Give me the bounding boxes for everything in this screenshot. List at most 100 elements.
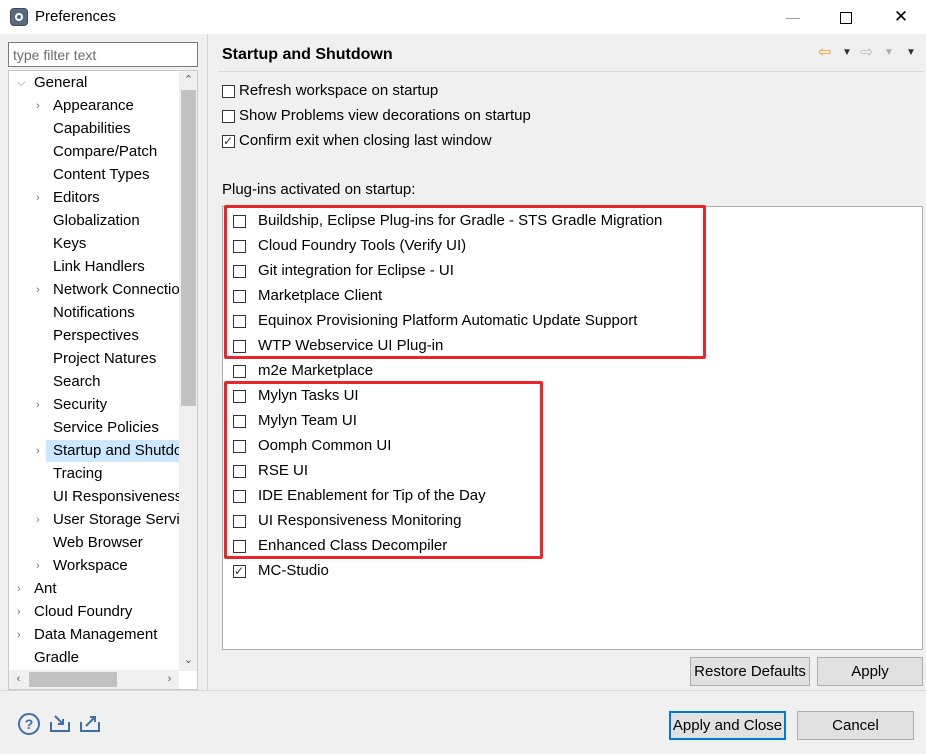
tree-item-label: Compare/Patch [53, 143, 158, 160]
tree-item[interactable]: Keys [46, 233, 179, 255]
expanded-arrow-icon[interactable]: ⌵ [17, 72, 27, 94]
tree-item[interactable]: › Security [36, 394, 179, 416]
tree-item-label: Content Types [53, 166, 150, 183]
scroll-thumb[interactable] [181, 90, 196, 406]
tree-item[interactable]: › Appearance [36, 95, 179, 117]
tree-item[interactable]: Gradle [11, 647, 179, 669]
tree-item[interactable]: ⌵ General [11, 72, 179, 94]
collapsed-arrow-icon[interactable] [36, 302, 46, 324]
tree-item[interactable]: › Startup and Shutdo [36, 440, 182, 462]
collapsed-arrow-icon[interactable]: › [36, 394, 46, 416]
tree-item[interactable]: Perspectives [46, 325, 179, 347]
tree-item[interactable]: › User Storage Servic [36, 509, 187, 531]
highlight-box-bottom [224, 381, 543, 559]
scroll-up-icon[interactable]: ⌃ [179, 71, 197, 90]
tree-item[interactable]: › Editors [36, 187, 179, 209]
tree-item-label: UI Responsiveness [53, 488, 183, 505]
help-icon[interactable]: ? [18, 713, 40, 735]
tree-vertical-scrollbar[interactable]: ⌃ ⌄ [179, 71, 197, 671]
collapsed-arrow-icon[interactable]: › [17, 624, 27, 646]
tree-item[interactable]: › Data Management [11, 624, 179, 646]
tree-item[interactable]: Search [46, 371, 179, 393]
collapsed-arrow-icon[interactable]: › [36, 440, 46, 462]
back-arrow-icon[interactable]: ⇦ [818, 44, 831, 62]
collapsed-arrow-icon[interactable]: › [36, 279, 46, 301]
view-menu-icon[interactable]: ▼ [906, 44, 916, 62]
tree-horizontal-scrollbar[interactable]: ‹ › [9, 670, 179, 689]
collapsed-arrow-icon[interactable]: › [17, 601, 27, 623]
tree-item-label: Editors [53, 189, 100, 206]
collapsed-arrow-icon[interactable] [36, 463, 46, 485]
option-label: Refresh workspace on startup [239, 82, 439, 99]
collapsed-arrow-icon[interactable] [36, 417, 46, 439]
tree-item[interactable]: › Workspace [36, 555, 179, 577]
preferences-tree: ⌵ General › Appearance Capabilities Compare/P… [8, 70, 198, 690]
import-icon[interactable] [48, 712, 72, 734]
scroll-down-icon[interactable]: ⌄ [179, 651, 197, 670]
pane-splitter[interactable] [207, 34, 208, 690]
option-checkbox[interactable] [222, 85, 235, 98]
collapsed-arrow-icon[interactable]: › [17, 578, 27, 600]
tree-item[interactable]: Globalization [46, 210, 179, 232]
tree-item[interactable]: Tracing [46, 463, 179, 485]
tree-item-label: Tracing [53, 465, 103, 482]
collapsed-arrow-icon[interactable]: › [36, 509, 46, 531]
tree-item[interactable]: Content Types [46, 164, 179, 186]
tree-item[interactable]: Project Natures [46, 348, 179, 370]
plugin-checkbox[interactable] [233, 562, 246, 580]
filter-input[interactable] [8, 42, 198, 67]
collapsed-arrow-icon[interactable] [36, 233, 46, 255]
footer-separator [0, 690, 926, 691]
collapsed-arrow-icon[interactable] [36, 210, 46, 232]
collapsed-arrow-icon[interactable] [36, 486, 46, 508]
collapsed-arrow-icon[interactable] [36, 371, 46, 393]
collapsed-arrow-icon[interactable] [36, 141, 46, 163]
eclipse-app-icon [10, 8, 28, 26]
forward-arrow-icon[interactable]: ⇨ [860, 44, 873, 62]
collapsed-arrow-icon[interactable] [36, 256, 46, 278]
forward-dropdown-icon[interactable]: ▼ [884, 44, 894, 62]
collapsed-arrow-icon[interactable] [36, 348, 46, 370]
collapsed-arrow-icon[interactable] [36, 325, 46, 347]
tree-item[interactable]: Link Handlers [46, 256, 179, 278]
tree-item[interactable]: › Network Connectio [36, 279, 180, 301]
tree-item[interactable]: Web Browser [46, 532, 179, 554]
tree-item[interactable]: Service Policies [46, 417, 179, 439]
back-dropdown-icon[interactable]: ▼ [842, 44, 852, 62]
restore-defaults-button[interactable]: Restore Defaults [690, 657, 810, 686]
tree-item-label: Cloud Foundry [34, 603, 133, 620]
title-bar: Preferences — ✕ [0, 0, 926, 34]
collapsed-arrow-icon[interactable]: › [36, 95, 46, 117]
scroll-right-icon[interactable]: › [160, 670, 179, 689]
tree-item[interactable]: › Ant [11, 578, 179, 600]
tree-item[interactable]: Capabilities [46, 118, 179, 140]
minimize-button[interactable]: — [770, 0, 816, 34]
tree-item-label: Web Browser [53, 534, 143, 551]
scroll-left-icon[interactable]: ‹ [9, 670, 28, 689]
collapsed-arrow-icon[interactable] [36, 118, 46, 140]
collapsed-arrow-icon[interactable] [17, 647, 27, 669]
tree-item[interactable]: Compare/Patch [46, 141, 179, 163]
tree-item[interactable]: › Cloud Foundry [11, 601, 179, 623]
close-button[interactable]: ✕ [878, 0, 924, 34]
scroll-thumb-horizontal[interactable] [29, 672, 117, 687]
option-checkbox[interactable] [222, 132, 235, 150]
tree-item[interactable]: UI Responsiveness [46, 486, 183, 508]
collapsed-arrow-icon[interactable]: › [36, 187, 46, 209]
maximize-button[interactable] [822, 0, 868, 34]
apply-and-close-button[interactable]: Apply and Close [669, 711, 786, 740]
collapsed-arrow-icon[interactable]: › [36, 555, 46, 577]
plugin-checkbox[interactable] [233, 365, 246, 378]
collapsed-arrow-icon[interactable] [36, 532, 46, 554]
apply-button[interactable]: Apply [817, 657, 923, 686]
collapsed-arrow-icon[interactable] [36, 164, 46, 186]
option-checkbox[interactable] [222, 110, 235, 123]
export-icon[interactable] [78, 712, 102, 734]
tree-item-label: Keys [53, 235, 87, 252]
cancel-button[interactable]: Cancel [797, 711, 914, 740]
plugin-label: MC-Studio [258, 562, 329, 579]
tree-item-label: Security [53, 396, 108, 413]
option-label: Confirm exit when closing last window [239, 132, 492, 149]
tree-item[interactable]: Notifications [46, 302, 179, 324]
page-title: Startup and Shutdown [222, 46, 393, 63]
